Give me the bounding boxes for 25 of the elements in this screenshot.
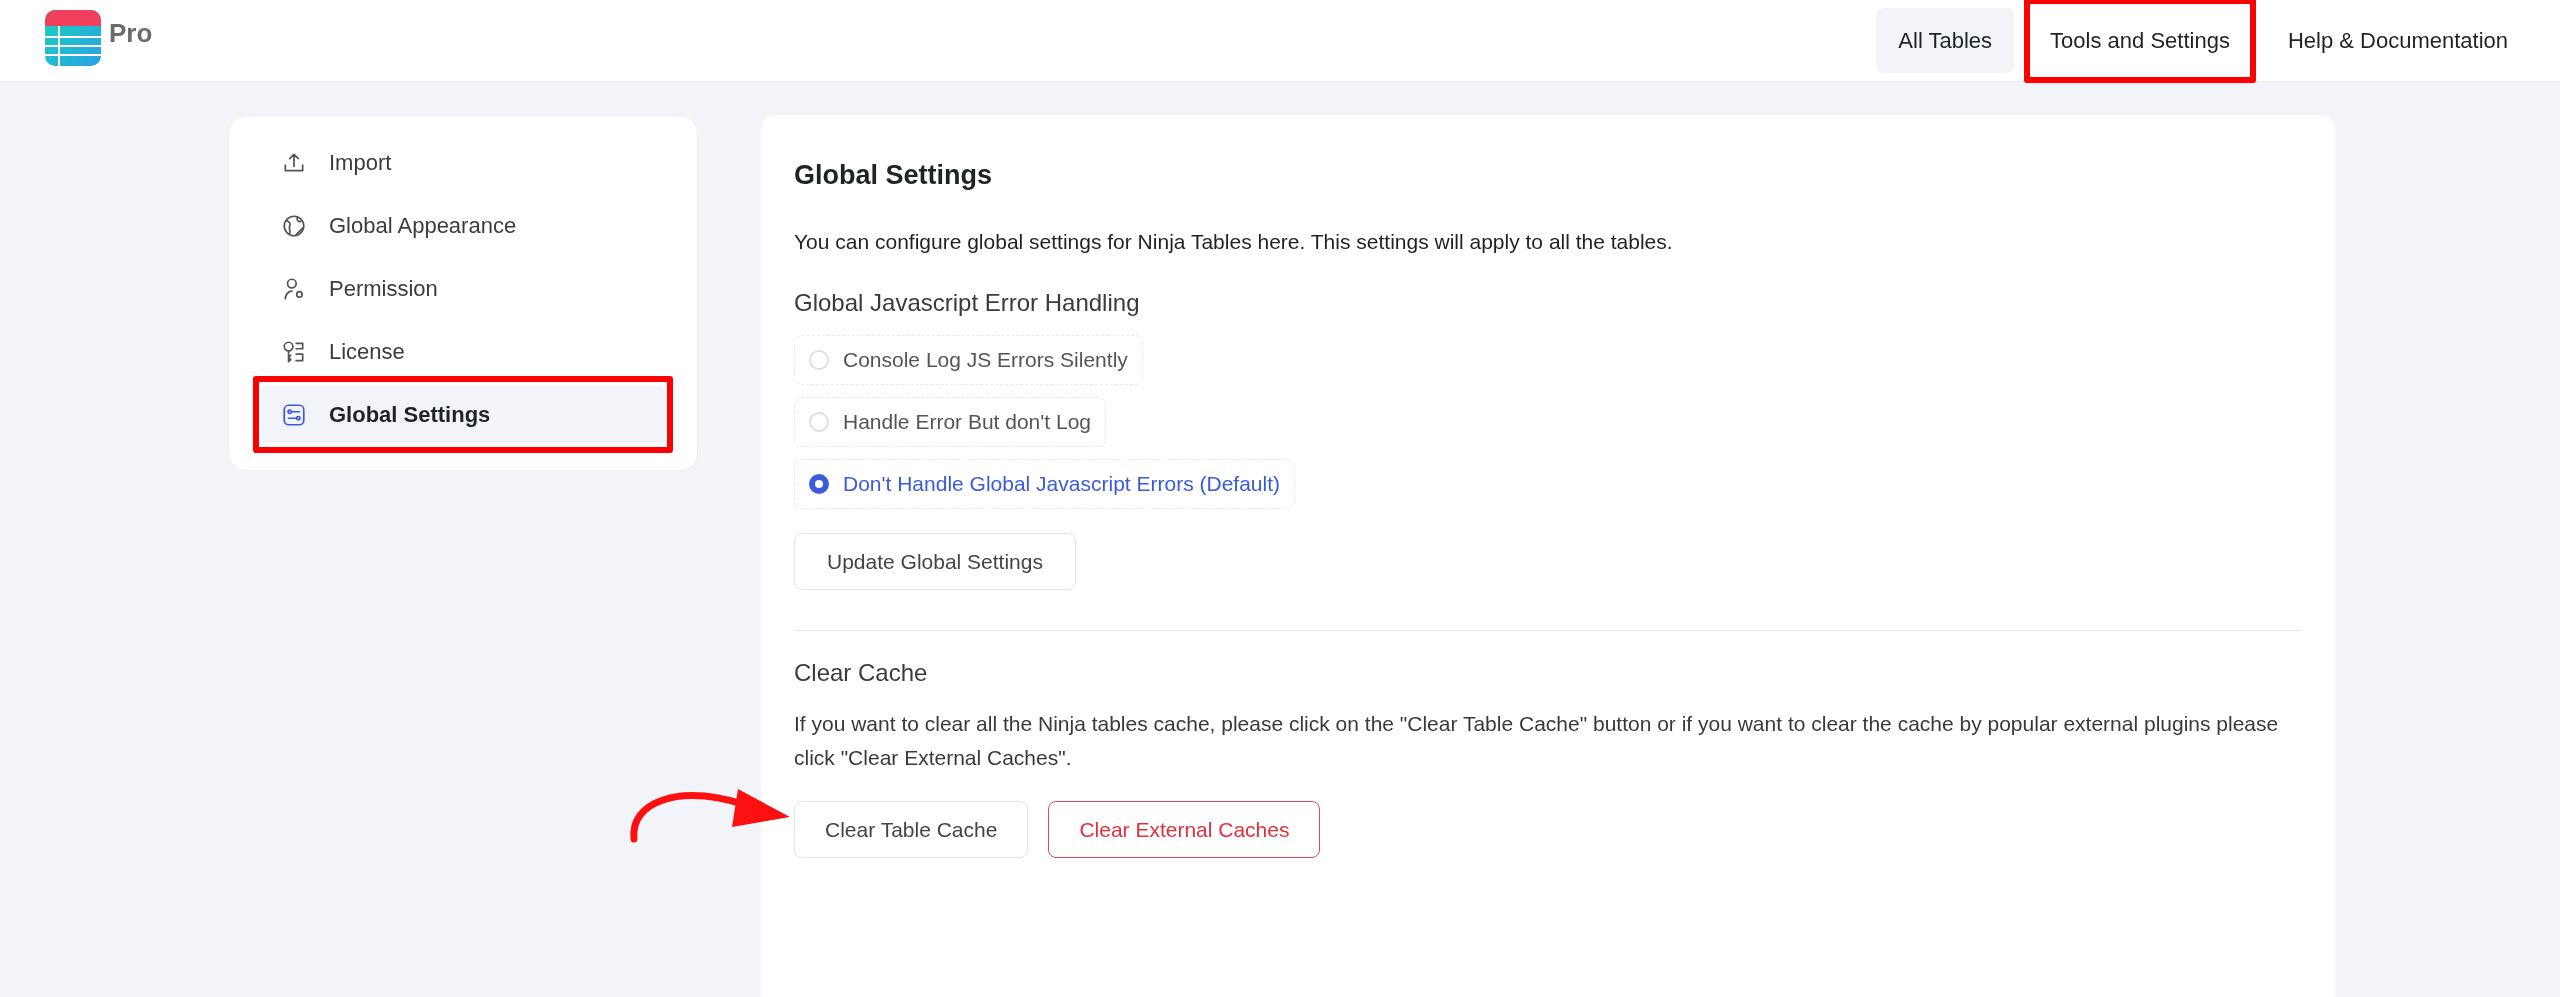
sidebar-item[interactable]: Permission [261, 260, 665, 317]
globe-icon [281, 212, 307, 239]
sidebar-item[interactable]: Global Settings [261, 386, 665, 443]
sidebar-item[interactable]: Import [261, 134, 665, 191]
table-logo-icon [45, 10, 101, 66]
update-settings-button[interactable]: Update Global Settings [794, 533, 1076, 590]
section-description: If you want to clear all the Ninja tables cache, please click on the "Clear Table Cache" button or if you want to clear the cache by popular external plugins please click "Clear External Caches". [794, 711, 2280, 771]
nav-link[interactable]: Help & Documentation [2265, 8, 2530, 73]
page-title: Global Settings [794, 159, 994, 192]
sidebar-item[interactable]: Global Appearance [261, 197, 665, 254]
radio-option[interactable]: Console Log JS Errors Silently [794, 335, 1143, 385]
sliders-icon [281, 401, 307, 428]
page-description: You can configure global settings for Ninja Tables here. This settings will apply to all the tables. [794, 228, 1674, 255]
nav-link[interactable]: Tools and Settings [2028, 8, 2252, 73]
key-icon [281, 338, 307, 365]
radio-button[interactable] [809, 474, 829, 494]
clear-cache-button[interactable]: Clear Table Cache [794, 801, 1029, 858]
sidebar-item[interactable]: License [261, 323, 665, 380]
clear-cache-button[interactable]: Clear External Caches [1048, 801, 1321, 858]
radio-option[interactable]: Don't Handle Global Javascript Errors (Default) [794, 459, 1295, 509]
nav-link[interactable]: All Tables [1876, 8, 2015, 73]
brand-label: Pro [109, 17, 153, 50]
section-heading: Clear Cache [794, 658, 929, 688]
radio-option[interactable]: Handle Error But don't Log [794, 397, 1106, 447]
section-heading: Global Javascript Error Handling [794, 288, 1141, 318]
